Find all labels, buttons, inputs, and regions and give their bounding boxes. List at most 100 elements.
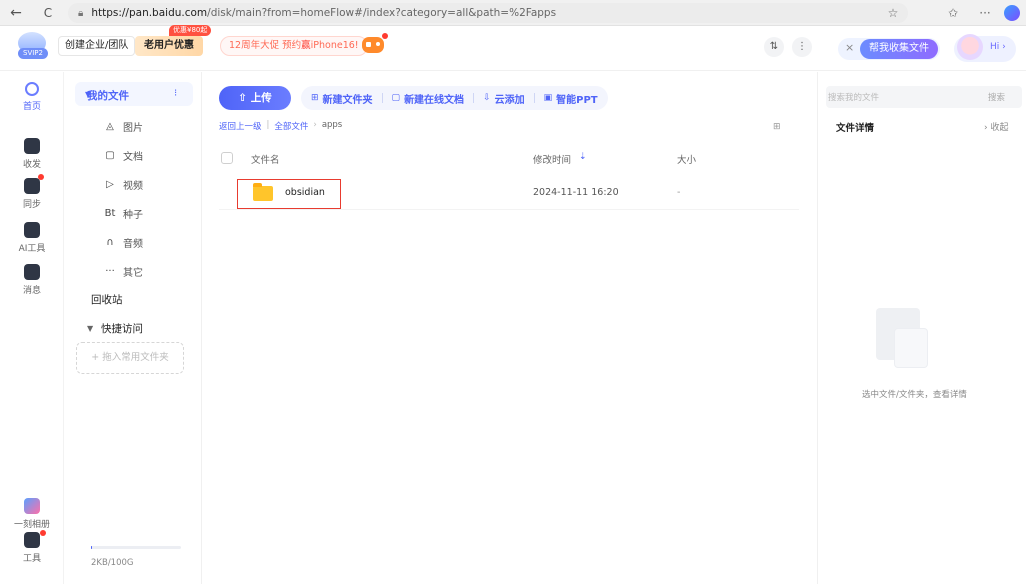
file-size: - [677,187,681,198]
sidebar-item-audio[interactable]: ∩ 音频 [103,235,143,250]
quick-access-caret-icon[interactable]: ▼ [87,324,93,333]
torrent-icon: Bt [104,208,116,219]
select-all-checkbox[interactable] [221,152,233,164]
sidebar-item-label: 音频 [123,239,143,250]
illustration-front-sheet [894,328,928,368]
nav-home[interactable]: 首页 [0,82,64,112]
sidebar-item-torrents[interactable]: Bt 种子 [103,206,143,221]
breadcrumb-separator: | [266,120,270,130]
create-enterprise-button[interactable]: 创建企业/团队 [58,36,136,56]
sidebar-item-label: 种子 [123,210,143,221]
search-button[interactable]: 搜索 [988,91,1005,103]
site-info-icon[interactable]: 🔒︎ [78,8,83,19]
help-collect-files-button[interactable]: 帮我收集文件 [860,39,938,59]
tools-notification-dot [40,530,46,536]
more-menu-icon[interactable]: ⋮ [792,37,812,57]
close-icon[interactable]: × [845,41,854,54]
upload-label: 上传 [250,92,272,104]
gamepad-icon[interactable] [362,37,384,53]
ai-tools-icon [24,222,40,238]
sidebar-item-label: 图片 [123,123,143,134]
greeting-link[interactable]: Hi › [990,42,1006,52]
nav-sync[interactable]: 同步 [0,178,64,210]
album-icon [24,498,40,514]
nav-ai-tools[interactable]: AI工具 [0,222,64,254]
sync-notification-dot [38,174,44,180]
download-icon: ⇩ [483,93,491,103]
send-receive-icon [24,138,40,154]
table-header: 文件名 修改时间 ⇣ 大小 [219,150,799,168]
toolbar-divider [381,93,383,103]
breadcrumb-current: apps [321,120,343,130]
star-bookmark-icon[interactable]: ☆ [884,4,902,22]
table-row[interactable]: obsidian 2024-11-11 16:20 - [219,176,799,210]
breadcrumb-back-link[interactable]: 返回上一级 [219,120,262,132]
nav-album-label: 一刻相册 [13,520,50,530]
sidebar-item-documents[interactable]: ▢ 文档 [103,148,143,163]
upload-icon: ⇧ [238,92,251,104]
favorites-icon[interactable]: ✩ [944,4,962,22]
cloud-add-label: 云添加 [494,94,525,106]
file-toolbar: ⇧ 上传 ⊞ 新建文件夹 ▢ 新建在线文档 ⇩ 云添加 ▣ 智能PPT [219,86,608,110]
smart-ppt-button[interactable]: ▣ 智能PPT [544,91,598,106]
sidebar-item-images[interactable]: ◬ 图片 [103,119,143,134]
transfer-list-icon[interactable]: ⇅ [764,37,784,57]
nav-tools-label: 工具 [22,554,41,564]
sidebar-item-label: 文档 [123,152,143,163]
column-header-modified[interactable]: 修改时间 [533,152,571,166]
svip-tag: SVIP2 [18,48,48,59]
sidebar-item-videos[interactable]: ▷ 视频 [103,177,143,192]
file-list-panel: ⇧ 上传 ⊞ 新建文件夹 ▢ 新建在线文档 ⇩ 云添加 ▣ 智能PPT 返回上一级 | … [203,72,817,584]
tools-icon [24,532,40,548]
browser-more-button[interactable]: ··· [976,4,994,22]
drag-folder-drop-zone[interactable]: + 拖入常用文件夹 [76,342,184,374]
home-icon [25,82,39,96]
collapse-button[interactable]: › 收起 [984,120,1008,133]
cloud-add-button[interactable]: ⇩ 云添加 [483,91,525,106]
nav-send-receive[interactable]: 收发 [0,138,64,170]
sidebar-item-label: 视频 [123,181,143,192]
breadcrumb-all-files-link[interactable]: 全部文件 [274,120,308,132]
address-bar[interactable]: 🔒︎ https://pan.baidu.com /disk/main?from… [68,3,908,23]
baidu-netdisk-logo[interactable]: SVIP2 [18,32,48,62]
nav-home-label: 首页 [22,102,41,112]
avatar[interactable] [957,34,983,60]
my-files-more-icon[interactable]: ⁝ [174,88,177,99]
promo-text-highlight: 赢 [301,40,311,51]
grid-view-icon[interactable]: ⊞ [773,122,781,132]
copilot-icon[interactable] [1004,5,1020,21]
toolbar-divider [473,93,475,103]
back-button[interactable]: ← [6,3,26,23]
smart-ppt-label: 智能PPT [556,94,598,106]
column-header-name[interactable]: 文件名 [251,152,280,166]
refresh-button[interactable]: C [38,3,58,23]
nav-tools[interactable]: 工具 [0,532,64,564]
sidebar-item-other[interactable]: ··· 其它 [103,264,143,279]
column-header-size[interactable]: 大小 [677,152,696,166]
new-folder-label: 新建文件夹 [322,94,373,106]
quick-access-label[interactable]: 快捷访问 [101,321,143,336]
breadcrumb-chevron-icon: › [313,120,317,130]
image-icon: ◬ [106,121,114,132]
file-name[interactable]: obsidian [285,187,325,198]
details-title: 文件详情 [836,123,875,134]
empty-state-text: 选中文件/文件夹，查看详情 [862,390,967,400]
url-host: https://pan.baidu.com [91,7,208,19]
returning-user-offer-button[interactable]: 老用户优惠 [135,36,203,56]
new-folder-button[interactable]: ⊞ 新建文件夹 [311,91,373,106]
nav-album[interactable]: 一刻相册 [0,498,64,530]
sort-arrow-icon[interactable]: ⇣ [579,152,587,162]
my-files-label[interactable]: 我的文件 [87,88,129,103]
new-online-doc-button[interactable]: ▢ 新建在线文档 [392,91,465,106]
breadcrumb: 返回上一级 | 全部文件 › apps [219,120,347,132]
sidebar-item-recycle-bin[interactable]: 回收站 [91,292,123,307]
file-category-sidebar: ▼ 我的文件 ⁝ ◬ 图片 ▢ 文档 ▷ 视频 Bt 种子 ∩ 音频 ··· 其它 回收站 … [65,72,202,584]
ppt-icon: ▣ [543,93,553,103]
promo-text-pre: 12周年大促 预约 [229,40,302,51]
video-icon: ▷ [106,179,114,190]
promo-banner[interactable]: 12周年大促 预约赢iPhone16! [220,36,368,56]
notification-dot [382,33,388,39]
upload-button[interactable]: ⇧ 上传 [219,86,291,110]
url-path: /disk/main?from=homeFlow#/index?category… [207,7,557,19]
nav-messages[interactable]: 消息 [0,264,64,296]
